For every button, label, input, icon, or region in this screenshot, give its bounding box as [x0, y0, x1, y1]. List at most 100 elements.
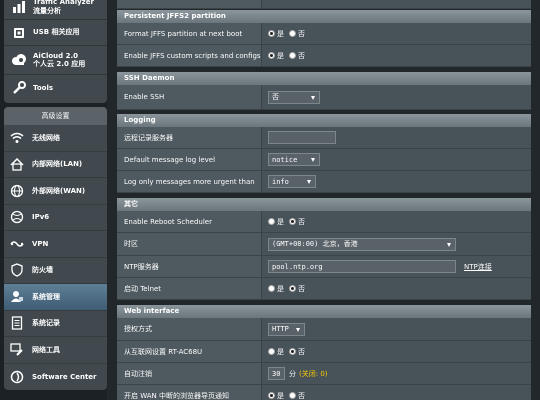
wan-access-label: 从互联网设置 RT-AC68U — [117, 341, 262, 362]
menu-system-log-label: 系统记录 — [32, 319, 60, 328]
format-jffs-label: Format JFFS partition at next boot — [117, 23, 262, 44]
telnet-yes[interactable]: 是 — [268, 284, 284, 294]
menu-tools-label: Tools — [33, 83, 54, 92]
menu-ipv6[interactable]: IPv6 — [4, 205, 107, 231]
row-format-jffs: Format JFFS partition at next boot 是 否 — [117, 23, 531, 45]
menu-traffic-analyzer-label: Traffic Analyzer 流量分析 — [33, 0, 94, 15]
auto-logout-input[interactable]: 30 — [268, 367, 285, 380]
format-jffs-yes[interactable]: 是 — [268, 29, 284, 39]
format-jffs-no[interactable]: 否 — [289, 29, 305, 39]
sidebar: Traffic Analyzer 流量分析 USB 相关应用 AiCloud 2… — [0, 0, 107, 400]
row-auto-logout: 自动注销 30 分 (关闭: 0) — [117, 363, 531, 385]
menu-wireless-label: 无线网络 — [32, 133, 60, 142]
firewall-shield-icon — [8, 263, 26, 277]
menu-usb-label: USB 相关应用 — [33, 28, 80, 37]
auto-logout-unit: 分 — [289, 369, 296, 378]
default-log-level-select[interactable]: notice — [268, 153, 320, 166]
menu-lan-label: 内部网络(LAN) — [32, 160, 83, 169]
menu-software-center[interactable]: Software Center — [4, 364, 107, 391]
urgent-log-select[interactable]: info — [268, 175, 316, 188]
ntp-server-input[interactable]: pool.ntp.org — [268, 260, 456, 273]
jffs-scripts-yes[interactable]: 是 — [268, 51, 284, 61]
auth-method-select[interactable]: HTTP — [268, 322, 305, 336]
telnet-label: 启动 Telnet — [117, 278, 262, 299]
menu-wan[interactable]: 外部网络(WAN) — [4, 178, 107, 205]
network-tools-icon — [8, 343, 26, 356]
row-wan-redirect: 开启 WAN 中断的浏览器导页通知 是 否 — [117, 385, 531, 400]
vpn-icon — [8, 238, 26, 250]
chevron-down-icon — [307, 180, 311, 184]
home-icon — [8, 157, 26, 171]
menu-vpn[interactable]: VPN — [4, 231, 107, 258]
row-jffs-scripts: Enable JFFS custom scripts and configs 是… — [117, 45, 531, 67]
wan-redirect-yes[interactable]: 是 — [268, 391, 284, 400]
reboot-scheduler-no[interactable]: 否 — [289, 217, 305, 227]
section-other-header: 其它 — [117, 198, 531, 211]
auth-method-label: 授权方式 — [117, 318, 262, 340]
menu-system-log[interactable]: 系统记录 — [4, 311, 107, 337]
chevron-down-icon — [296, 327, 300, 332]
enable-ssh-label: Enable SSH — [117, 85, 262, 109]
menu-firewall-label: 防火墙 — [32, 266, 53, 275]
telnet-no[interactable]: 否 — [289, 284, 305, 294]
aicloud-icon — [8, 53, 30, 67]
menu-network-tools[interactable]: 网络工具 — [4, 337, 107, 364]
ntp-link[interactable]: NTP连接 — [464, 262, 492, 272]
menu-software-center-label: Software Center — [32, 372, 97, 381]
menu-administration[interactable]: 系统管理 — [4, 284, 107, 311]
menu-aicloud[interactable]: AiCloud 2.0 个人云 2.0 应用 — [4, 46, 107, 75]
format-jffs-radios: 是 否 — [268, 23, 310, 44]
wan-redirect-label: 开启 WAN 中断的浏览器导页通知 — [117, 385, 262, 400]
row-reboot-scheduler: Enable Reboot Scheduler 是 否 — [117, 211, 531, 233]
traffic-analyzer-icon — [8, 0, 30, 14]
wan-access-yes[interactable]: 是 — [268, 347, 284, 357]
menu-usb[interactable]: USB 相关应用 — [4, 20, 107, 46]
log-document-icon — [8, 316, 26, 330]
row-enable-ssh: Enable SSH 否 — [117, 85, 531, 110]
ntp-server-label: NTP服务器 — [117, 256, 262, 277]
timezone-select[interactable]: (GMT+08:00) 北京，香港 — [268, 237, 456, 251]
menu-ipv6-label: IPv6 — [32, 213, 50, 222]
chevron-down-icon — [311, 158, 315, 162]
section-logging-header: Logging — [117, 114, 531, 127]
row-remote-log: 远程记录服务器 — [117, 127, 531, 149]
reboot-scheduler-label: Enable Reboot Scheduler — [117, 211, 262, 232]
urgent-log-label: Log only messages more urgent than — [117, 171, 262, 192]
reboot-scheduler-yes[interactable]: 是 — [268, 217, 284, 227]
row-wan-access: 从互联网设置 RT-AC68U 是 否 — [117, 341, 531, 363]
menu-wireless[interactable]: 无线网络 — [4, 125, 107, 152]
row-ntp-server: NTP服务器 pool.ntp.org NTP连接 — [117, 256, 531, 278]
row-timezone: 时区 (GMT+08:00) 北京，香港 — [117, 233, 531, 256]
previous-row-partial — [117, 0, 531, 9]
menu-traffic-analyzer[interactable]: Traffic Analyzer 流量分析 — [4, 0, 107, 20]
row-urgent-log: Log only messages more urgent than info — [117, 171, 531, 193]
menu-aicloud-label: AiCloud 2.0 个人云 2.0 应用 — [33, 51, 86, 69]
menu-lan[interactable]: 内部网络(LAN) — [4, 152, 107, 178]
right-gutter — [531, 0, 540, 400]
previous-row-label — [117, 0, 262, 8]
chevron-down-icon — [447, 242, 451, 247]
row-auth-method: 授权方式 HTTP — [117, 318, 531, 341]
ipv6-globe-icon — [8, 210, 26, 224]
wan-redirect-no[interactable]: 否 — [289, 391, 305, 400]
menu-wan-label: 外部网络(WAN) — [32, 186, 86, 195]
advanced-settings-header: 高级设置 — [4, 107, 107, 125]
menu-firewall[interactable]: 防火墙 — [4, 258, 107, 284]
auto-logout-label: 自动注销 — [117, 363, 262, 384]
wan-access-no[interactable]: 否 — [289, 347, 305, 357]
auto-logout-hint: (关闭: 0) — [299, 369, 328, 378]
menu-tools[interactable]: Tools — [4, 75, 107, 101]
remote-log-input[interactable] — [268, 131, 336, 144]
default-log-level-label: Default message log level — [117, 149, 262, 170]
usb-icon — [8, 26, 30, 40]
remote-log-label: 远程记录服务器 — [117, 127, 262, 148]
row-telnet: 启动 Telnet 是 否 — [117, 278, 531, 300]
admin-user-icon — [8, 290, 26, 303]
jffs-scripts-radios: 是 否 — [268, 45, 310, 66]
globe-icon — [8, 184, 26, 198]
software-center-icon — [8, 370, 26, 384]
advanced-menu: 无线网络 内部网络(LAN) 外部网络(WAN) IPv6 VPN 防火墙 系统… — [4, 125, 107, 390]
wifi-icon — [8, 132, 26, 144]
enable-ssh-select[interactable]: 否 — [268, 90, 320, 104]
jffs-scripts-no[interactable]: 否 — [289, 51, 305, 61]
